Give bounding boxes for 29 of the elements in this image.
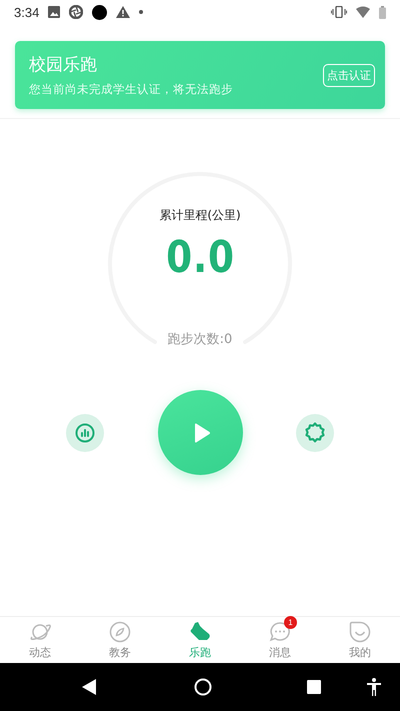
wifi-icon (356, 6, 370, 18)
settings-button[interactable] (296, 414, 334, 452)
accessibility-icon[interactable] (367, 678, 381, 696)
compass-icon (109, 620, 131, 642)
home-icon[interactable] (194, 678, 212, 696)
status-time: 3:34 (14, 4, 40, 20)
smile-icon (349, 620, 371, 642)
shoe-icon (189, 620, 211, 642)
bar-chart-icon (75, 422, 95, 442)
stats-button[interactable] (66, 414, 104, 452)
back-icon[interactable] (82, 679, 96, 695)
chat-icon (269, 620, 291, 642)
distance-label: 累计里程(公里) (159, 207, 241, 224)
unread-badge: 1 (284, 616, 297, 628)
banner-message: 您当前尚未完成学生认证，将无法跑步 (29, 82, 234, 97)
small-dot-icon (139, 10, 144, 14)
banner-title: 校园乐跑 (29, 54, 98, 76)
settings-icon (304, 422, 326, 444)
verify-button[interactable]: 点击认证 (323, 64, 375, 86)
warning-icon (116, 6, 130, 18)
distance-value: 0.0 (166, 232, 234, 283)
aperture-icon (69, 5, 84, 19)
vibrate-icon (331, 6, 347, 18)
start-run-button[interactable] (158, 390, 242, 475)
run-count: 跑步次数:0 (168, 331, 232, 348)
play-icon (193, 422, 211, 442)
battery-icon (379, 6, 386, 18)
dot-icon (92, 4, 108, 20)
image-icon (48, 6, 60, 18)
